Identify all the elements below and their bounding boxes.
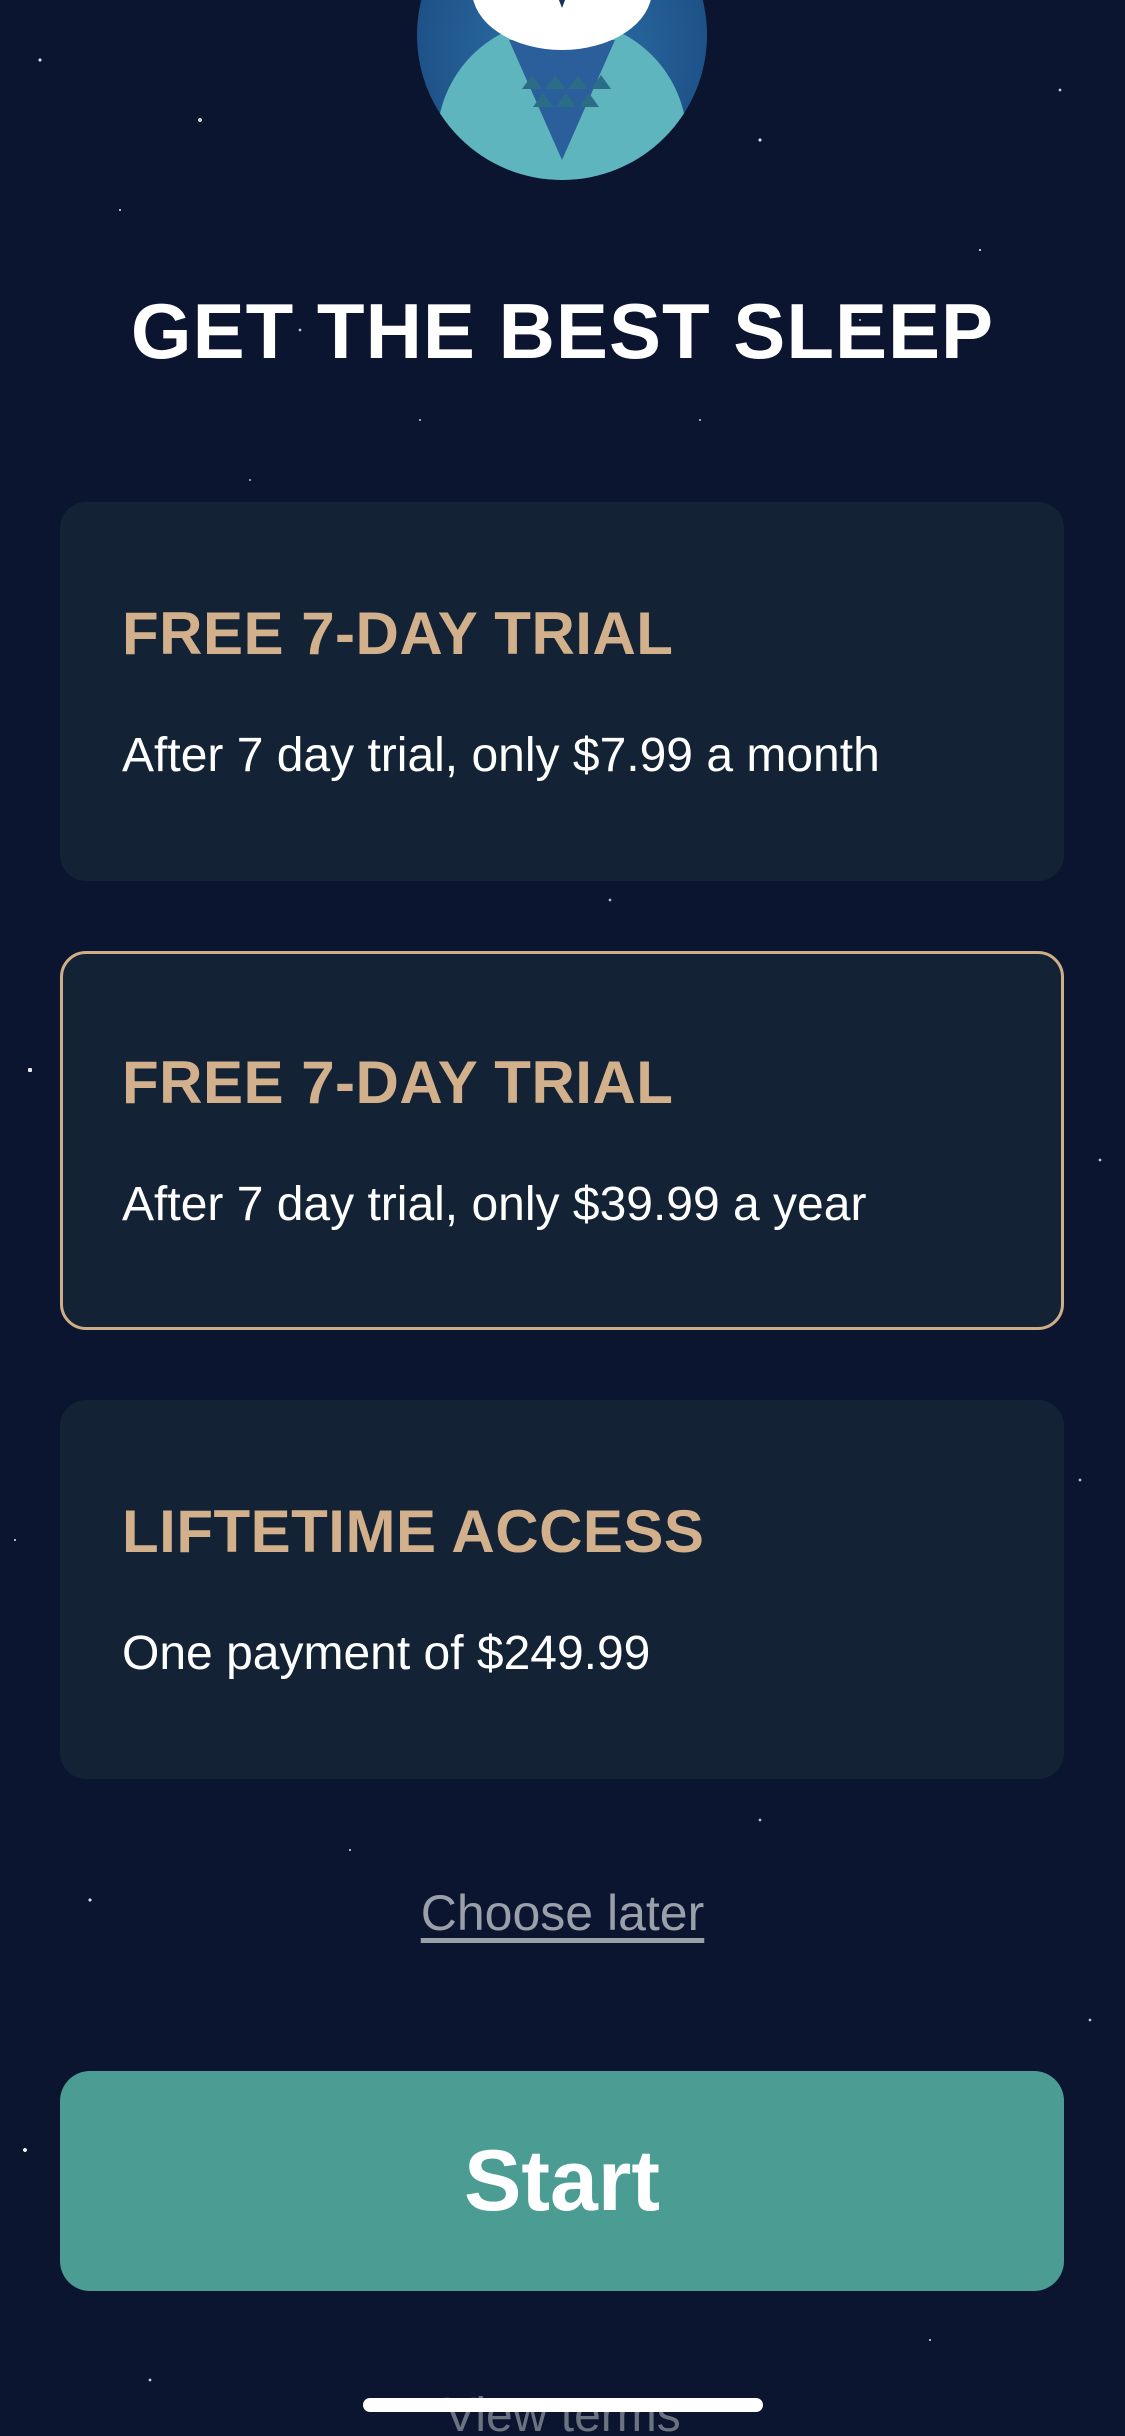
owl-pattern-mark	[556, 93, 576, 107]
home-indicator[interactable]	[363, 2398, 763, 2412]
plan-title: LIFTETIME ACCESS	[122, 1498, 705, 1565]
plan-description: One payment of $249.99	[122, 1627, 651, 1680]
plan-description: After 7 day trial, only $39.99 a year	[122, 1178, 867, 1231]
plan-title: FREE 7-DAY TRIAL	[122, 600, 674, 667]
owl-pattern-mark	[533, 93, 553, 107]
start-button[interactable]: Start	[60, 2071, 1064, 2291]
owl-pattern-mark	[591, 75, 611, 89]
paywall-screen: GET THE BEST SLEEP FREE 7-DAY TRIAL Afte…	[0, 0, 1125, 2436]
plan-option-lifetime[interactable]: LIFTETIME ACCESS One payment of $249.99	[60, 1400, 1064, 1779]
plan-option-monthly[interactable]: FREE 7-DAY TRIAL After 7 day trial, only…	[60, 502, 1064, 881]
plan-option-yearly[interactable]: FREE 7-DAY TRIAL After 7 day trial, only…	[60, 951, 1064, 1330]
plan-description: After 7 day trial, only $7.99 a month	[122, 729, 880, 782]
page-title: GET THE BEST SLEEP	[130, 287, 995, 375]
choose-later-container: Choose later	[0, 1884, 1125, 1942]
plan-title: FREE 7-DAY TRIAL	[122, 1049, 674, 1116]
owl-pattern-mark	[522, 75, 542, 89]
owl-logo-icon	[417, 0, 707, 180]
view-terms-link[interactable]: View terms	[0, 2388, 1125, 2436]
owl-pattern-mark	[545, 75, 565, 89]
owl-pattern-mark	[579, 93, 599, 107]
choose-later-link[interactable]: Choose later	[421, 1885, 705, 1941]
owl-pattern-mark	[568, 75, 588, 89]
